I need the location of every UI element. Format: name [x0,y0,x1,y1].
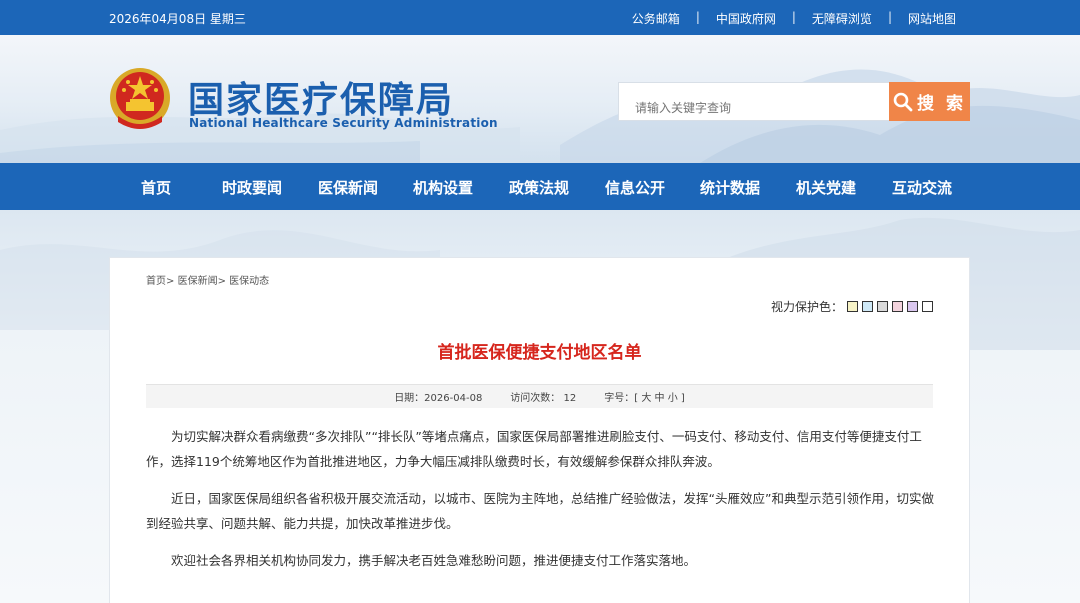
header-banner: 国家医疗保障局 National Healthcare Security Adm… [0,35,1080,163]
nav-politics-news[interactable]: 时政要闻 [202,177,302,198]
main-nav: 首页 时政要闻 医保新闻 机构设置 政策法规 信息公开 统计数据 机关党建 互动… [0,163,1080,210]
color-swatch-gray[interactable] [877,301,888,312]
separator: | [695,10,700,24]
article-paragraph: 欢迎社会各界相关机构协同发力，携手解决老百姓急难愁盼问题，推进便捷支付工作落实落… [171,553,697,568]
search-button-label: 搜 索 [917,94,966,114]
current-date: 2026年04月08日 星期三 [109,12,246,26]
nav-policies[interactable]: 政策法规 [489,177,589,198]
breadcrumb-healthcare-dynamics[interactable]: 医保动态 [229,276,269,287]
national-emblem-icon [110,68,170,129]
nav-statistics[interactable]: 统计数据 [680,177,780,198]
breadcrumb-healthcare-news[interactable]: 医保新闻> [178,276,226,287]
article-paragraph: 为切实解决群众看病缴费“多次排队”“排长队”等堵点痛点，国家医保局部署推进刷脸支… [146,429,922,469]
article-date: 日期：2026-04-08 [394,393,483,404]
nav-healthcare-news[interactable]: 医保新闻 [298,177,398,198]
breadcrumb: 首页> 医保新闻> 医保动态 [146,272,269,287]
article-body: 为切实解决群众看病缴费“多次排队”“排长队”等堵点痛点，国家医保局部署推进刷脸支… [146,424,936,585]
top-links: 公务邮箱 | 中国政府网 | 无障碍浏览 | 网站地图 [632,10,956,27]
visit-count-value: 12 [563,393,577,404]
visit-count: 访问次数： 12 [510,389,576,404]
font-size-end: ] [680,393,685,404]
article-title: 首批医保便捷支付地区名单 [437,343,642,363]
font-size-small[interactable]: 小 [668,393,678,404]
nav-party-building[interactable]: 机关党建 [776,177,876,198]
color-swatch-pink[interactable] [892,301,903,312]
link-gov-cn[interactable]: 中国政府网 [716,10,776,27]
color-swatch-yellow[interactable] [847,301,858,312]
nav-info-disclosure[interactable]: 信息公开 [585,177,685,198]
article-panel: 首页> 医保新闻> 医保动态 视力保护色： 首批医保便捷支付地区名单 日期：20… [109,257,970,603]
visit-count-label: 访问次数： [510,393,561,404]
font-size-label: 字号：[ [604,393,639,404]
breadcrumb-home[interactable]: 首页> [146,276,174,287]
link-sitemap[interactable]: 网站地图 [908,10,956,27]
search-button[interactable]: 搜 索 [889,82,970,121]
separator: | [791,10,796,24]
font-size-medium[interactable]: 中 [655,393,665,404]
top-bar: 2026年04月08日 星期三 公务邮箱 | 中国政府网 | 无障碍浏览 | 网… [0,0,1080,35]
nav-organization[interactable]: 机构设置 [393,177,493,198]
link-official-mail[interactable]: 公务邮箱 [632,10,680,27]
search-input[interactable] [618,82,890,121]
article-meta: 日期：2026-04-08 访问次数： 12 字号：[ 大 中 小 ] [146,384,933,408]
site-subtitle: National Healthcare Security Administrat… [189,116,498,130]
separator: | [887,10,892,24]
nav-home[interactable]: 首页 [106,177,206,198]
font-size-control: 字号：[ 大 中 小 ] [604,389,685,404]
eye-protect-label: 视力保护色： [770,300,843,314]
color-swatch-white[interactable] [922,301,933,312]
article-paragraph: 近日，国家医保局组织各省积极开展交流活动，以城市、医院为主阵地，总结推广经验做法… [146,491,934,531]
font-size-large[interactable]: 大 [641,393,651,404]
nav-interaction[interactable]: 互动交流 [872,177,972,198]
search-icon [893,92,913,111]
eye-protect-colors: 视力保护色： [771,298,933,315]
color-swatch-blue[interactable] [862,301,873,312]
color-swatch-purple[interactable] [907,301,918,312]
link-accessibility[interactable]: 无障碍浏览 [812,10,872,27]
